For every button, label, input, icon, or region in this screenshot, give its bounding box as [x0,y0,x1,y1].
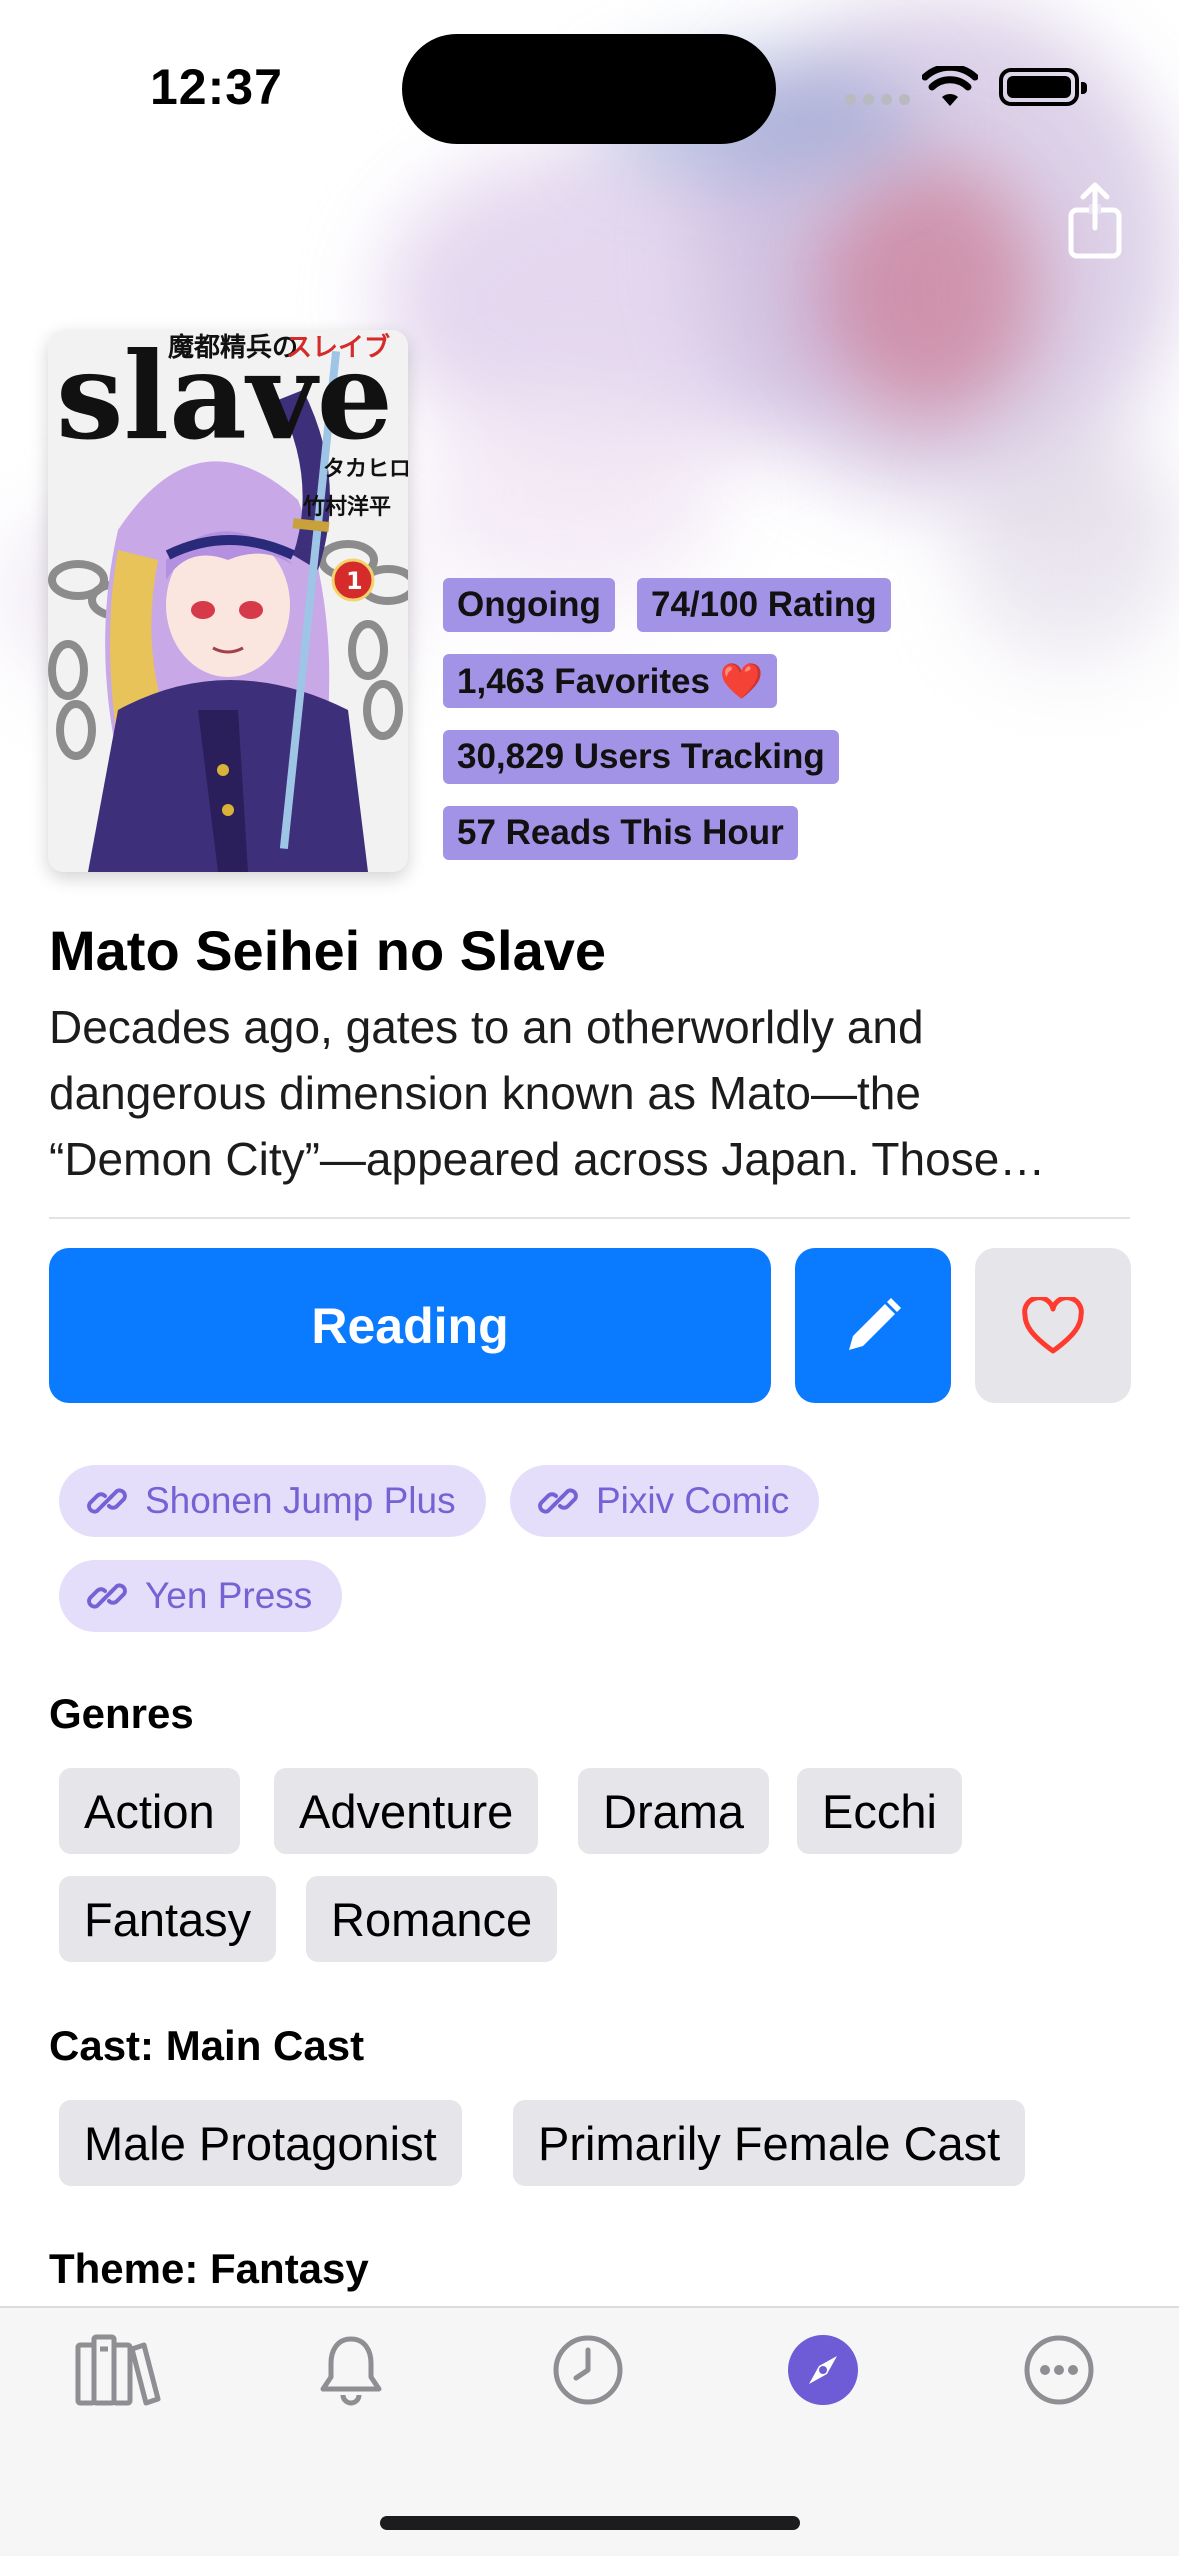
link-label: Yen Press [145,1575,313,1616]
cover-title-jp: 魔都精兵の [168,333,298,363]
link-chip-shonen-jump-plus[interactable]: Shonen Jump Plus [59,1465,486,1537]
description-line: “Demon City”—appeared across Japan. Thos… [49,1133,1046,1185]
battery-icon [999,68,1087,106]
heart-outline-icon [1022,1296,1084,1353]
divider [49,1217,1130,1219]
tab-library[interactable] [73,2325,163,2415]
reads-badge: 57 Reads This Hour [443,806,798,860]
rating-badge: 74/100 Rating [637,578,891,632]
link-chip-pixiv-comic[interactable]: Pixiv Comic [510,1465,820,1537]
cover-image: slave 魔都精兵の スレイブ タカヒロ 竹村洋平 1 [48,330,408,872]
cover-author: タカヒロ [323,456,408,482]
tracking-badge: 30,829 Users Tracking [443,730,839,784]
tab-more[interactable] [1014,2325,1104,2415]
genres-heading: Genres [49,1690,194,1737]
genre-tag[interactable]: Drama [578,1768,770,1854]
home-indicator [380,2516,800,2530]
cover-artist: 竹村洋平 [302,494,391,520]
genre-tag[interactable]: Romance [306,1876,558,1962]
genre-tag[interactable]: Adventure [274,1768,539,1854]
link-icon [87,1583,127,1609]
compass-icon [788,2335,858,2405]
share-button[interactable] [1065,180,1125,260]
genre-tag[interactable]: Action [59,1768,240,1854]
status-time: 12:37 [150,59,283,115]
genre-tag[interactable]: Ecchi [797,1768,962,1854]
manga-description[interactable]: Decades ago, gates to an otherworldly an… [49,994,1139,1192]
favorites-badge: 1,463 Favorites ❤️ [443,654,778,708]
link-label: Shonen Jump Plus [145,1480,456,1521]
tab-discover[interactable] [778,2325,868,2415]
pencil-icon [849,1297,901,1350]
link-chip-yen-press[interactable]: Yen Press [59,1560,343,1632]
status-badge: Ongoing [443,578,615,632]
dynamic-island [402,34,776,144]
cast-tag[interactable]: Primarily Female Cast [513,2100,1026,2186]
favorite-button[interactable] [975,1248,1131,1403]
tab-history[interactable] [543,2325,633,2415]
genre-tag[interactable]: Fantasy [59,1876,277,1962]
reading-status-label: Reading [311,1297,509,1354]
more-icon [1024,2335,1094,2405]
cast-heading: Cast: Main Cast [49,2022,365,2069]
bell-icon [320,2336,382,2406]
link-label: Pixiv Comic [596,1480,790,1521]
tab-notifications[interactable] [306,2325,396,2415]
cover-volume: 1 [346,567,363,595]
cast-tag[interactable]: Male Protagonist [59,2100,462,2186]
description-line: dangerous dimension known as Mato—the [49,1067,921,1119]
library-icon [75,2334,161,2406]
link-icon [538,1488,578,1514]
edit-button[interactable] [795,1248,951,1403]
theme-heading: Theme: Fantasy [49,2245,369,2292]
share-icon [1068,182,1122,259]
reading-status-button[interactable]: Reading [49,1248,771,1403]
link-icon [87,1488,127,1514]
wifi-icon [921,63,979,113]
cover-title-kana: スレイブ [286,332,390,363]
manga-title: Mato Seihei no Slave [49,919,607,982]
clock-icon [553,2335,623,2405]
description-line: Decades ago, gates to an otherworldly an… [49,1001,924,1053]
cellular-signal-icon [845,94,910,105]
